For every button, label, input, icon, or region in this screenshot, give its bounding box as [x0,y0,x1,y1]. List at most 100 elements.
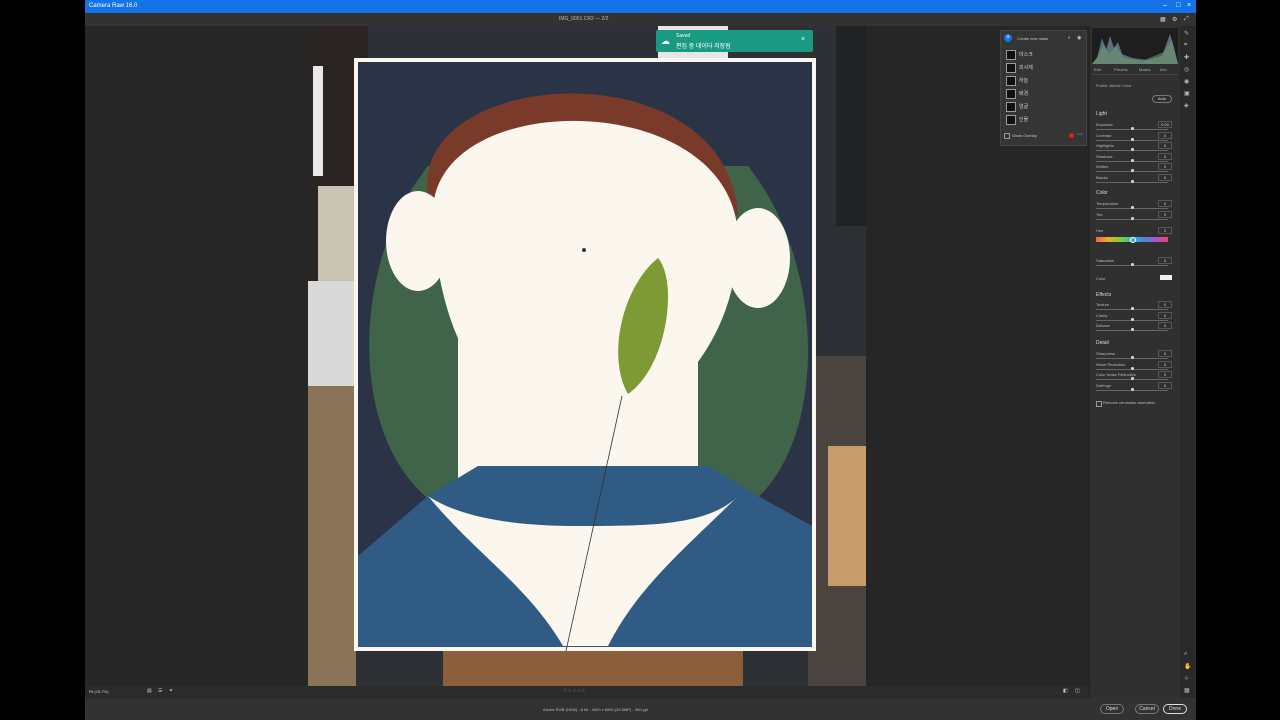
param-value[interactable]: 0 [1158,131,1172,139]
section-effects[interactable]: Effects [1096,292,1111,298]
param-value[interactable]: 0 [1158,142,1172,149]
slider-knob[interactable] [1130,307,1134,310]
slider-knob[interactable] [1130,328,1134,331]
param-slider-row[interactable]: Defringe 0 [1096,381,1176,392]
slider-knob[interactable] [1130,263,1134,266]
photo-preview[interactable] [308,26,866,686]
zoom-icon[interactable]: ⌕ [1184,651,1187,658]
sort-icon[interactable]: ☰ [158,688,162,694]
slider-knob[interactable] [1130,216,1134,220]
overlay-checkbox[interactable] [1004,133,1010,139]
param-slider-row[interactable]: Exposure 0.00 [1096,121,1176,131]
hand-icon[interactable]: ✋ [1184,663,1191,670]
section-detail[interactable]: Detail [1096,340,1109,346]
fullscreen-icon[interactable]: ⤢ [1184,16,1189,23]
saturation-slider[interactable]: Saturation 0 [1096,257,1176,267]
param-value[interactable]: 0 [1158,173,1172,181]
tab-edit[interactable]: Edit [1094,67,1101,72]
param-slider-row[interactable]: Dehaze 0 [1096,322,1176,332]
param-value[interactable]: 0 [1158,360,1172,368]
slider-knob[interactable] [1130,206,1134,209]
param-slider-row[interactable]: Noise Reduction 0 [1096,360,1176,371]
param-value[interactable]: 0 [1158,210,1172,218]
edit-icon[interactable]: ✎ [1184,30,1189,37]
minimize-icon[interactable]: – [1163,2,1167,9]
param-value[interactable]: 0 [1158,301,1172,308]
slider-knob[interactable] [1130,366,1134,370]
mask-item[interactable]: 마스크 [1006,49,1076,60]
more-icon[interactable]: ⋯ [1077,131,1083,138]
tab-presets[interactable]: Presets [1114,67,1128,72]
param-slider-row[interactable]: Texture 0 [1096,301,1176,311]
param-value[interactable]: 0 [1158,381,1172,389]
mask-item[interactable]: 배경 [1006,88,1076,99]
overlay-color-swatch[interactable] [1069,133,1074,138]
mask-icon[interactable]: ◎ [1184,66,1189,73]
eye-icon[interactable]: ◉ [1077,35,1081,41]
slider-knob[interactable] [1130,137,1134,141]
param-value[interactable]: 0 [1158,350,1172,357]
param-slider-row[interactable]: Contrast 0 [1096,131,1176,142]
param-value[interactable]: 0 [1158,200,1172,207]
hue-knob[interactable] [1130,237,1136,243]
sampler-icon[interactable]: ⊹ [1184,675,1189,682]
filmstrip-icon[interactable]: ▦ [1160,16,1166,23]
slider-knob[interactable] [1130,148,1134,151]
maximize-icon[interactable]: □ [1176,2,1180,9]
slider-knob[interactable] [1130,179,1134,183]
create-mask-row[interactable]: + Create new mask ◐ ◉ [1003,33,1083,47]
before-after-icon[interactable]: ◧ [1063,688,1068,694]
param-slider-row[interactable]: Temperature 0 [1096,200,1176,210]
tab-info[interactable]: Info [1160,67,1167,72]
mask-item[interactable]: 얼굴 [1006,101,1076,112]
open-button[interactable]: Open [1100,704,1124,714]
slider-knob[interactable] [1130,169,1134,172]
heal-icon[interactable]: ✚ [1184,54,1189,61]
color-swatch[interactable] [1160,275,1172,280]
param-value[interactable]: 0 [1158,163,1172,170]
plus-icon[interactable]: + [1004,34,1012,42]
optics-checkbox[interactable] [1096,401,1102,407]
presets-icon[interactable]: ◈ [1184,102,1189,109]
grid-icon[interactable]: ▦ [1184,687,1190,694]
param-slider-row[interactable]: Blacks 0 [1096,173,1176,184]
gear-icon[interactable]: ⚙ [1172,16,1177,23]
param-value[interactable]: 0 [1158,311,1172,319]
mask-item[interactable]: 피사체 [1006,62,1076,73]
overlay-toggle-row[interactable]: Show Overlay ⋯ [1003,131,1083,141]
param-value[interactable]: 0 [1158,152,1172,160]
cancel-button[interactable]: Cancel [1135,704,1159,714]
color-swatch-row[interactable]: Color [1096,275,1176,285]
param-value[interactable]: 0 [1158,227,1172,234]
param-value[interactable]: 0 [1158,257,1172,264]
mask-item[interactable]: 인물 [1006,114,1076,125]
slider-knob[interactable] [1130,127,1134,130]
image-workspace[interactable]: ☁ Saved 편집 중 데이터 저장됨 × + Create new mask… [85,26,1089,686]
close-window-icon[interactable]: × [1187,2,1191,9]
slider-knob[interactable] [1130,317,1134,321]
param-value[interactable]: 0 [1158,322,1172,329]
slider-knob[interactable] [1130,356,1134,359]
hue-slider[interactable]: Hue 0 [1096,227,1176,237]
param-slider-row[interactable]: Tint 0 [1096,210,1176,221]
zoom-level[interactable]: Fit (15.7%) [89,689,109,694]
filter-icon[interactable]: ⏷ [169,688,173,694]
auto-button[interactable]: Auto [1152,95,1172,103]
hue-spectrum[interactable] [1096,237,1168,243]
close-toast-icon[interactable]: × [801,36,805,43]
workflow-options[interactable]: Adobe RGB (1998) - 8 bit - 4000 x 6000 (… [543,707,648,712]
param-slider-row[interactable]: Clarity 0 [1096,311,1176,322]
redeye-icon[interactable]: ◉ [1184,78,1189,85]
section-light[interactable]: Light [1096,111,1107,117]
slider-knob[interactable] [1130,387,1134,391]
snapshot-icon[interactable]: ▣ [1184,90,1190,97]
slider-knob[interactable] [1130,158,1134,162]
crop-icon[interactable]: ⌗ [1184,42,1187,49]
param-slider-row[interactable]: Sharpness 0 [1096,350,1176,360]
param-value[interactable]: 0 [1158,371,1172,378]
mask-item[interactable]: 하늘 [1006,75,1076,86]
view-mode-icon[interactable]: ▤ [147,688,152,694]
param-slider-row[interactable]: Highlights 0 [1096,142,1176,152]
done-button[interactable]: Done [1163,704,1187,714]
param-value[interactable]: 0.00 [1158,121,1172,128]
